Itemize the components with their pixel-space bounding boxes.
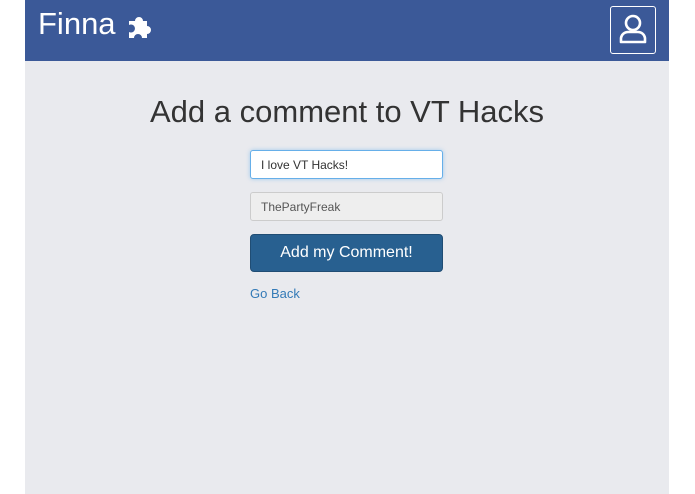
brand-name: Finna [38,6,116,41]
brand-link[interactable]: Finna [38,5,155,43]
app-container: Finna Add a comment to VT Hacks Add my C… [25,0,669,494]
profile-button[interactable] [610,6,656,54]
username-field[interactable] [250,192,443,221]
add-comment-button[interactable]: Add my Comment! [250,234,443,272]
page-title: Add a comment to VT Hacks [150,94,544,129]
user-icon [618,13,648,48]
comment-input[interactable] [250,150,443,179]
go-back-link[interactable]: Go Back [250,286,300,302]
puzzle-icon [125,11,155,41]
navbar: Finna [25,0,669,61]
